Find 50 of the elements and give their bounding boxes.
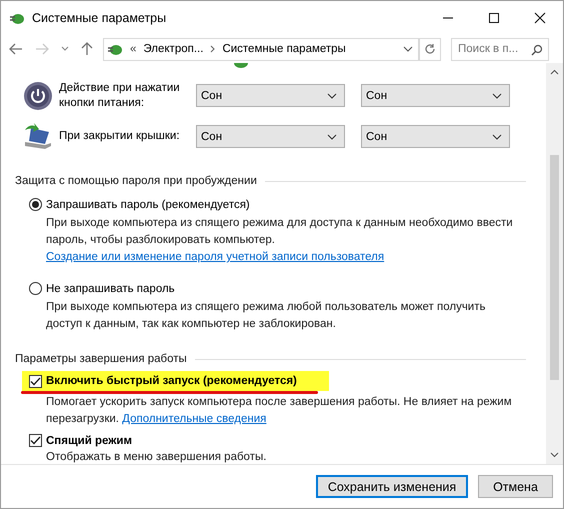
dialog-button[interactable]: Сохранить изменения [316, 475, 468, 498]
refresh-icon [424, 43, 436, 55]
setting-label: При закрытии крышки: [59, 129, 181, 144]
section-heading: Защита с помощью пароля при пробуждении [15, 175, 257, 187]
search-icon [531, 44, 543, 56]
chevron-down-icon [492, 134, 502, 140]
dialog-button[interactable]: Отмена [478, 475, 553, 498]
link[interactable]: Дополнительные сведения [122, 413, 266, 425]
close-icon[interactable] [534, 12, 546, 24]
scroll-down-icon[interactable] [550, 452, 559, 458]
option-description: Отображать в меню завершения работы. [46, 450, 268, 465]
up-arrow-icon[interactable] [81, 42, 93, 56]
breadcrumb-overflow[interactable]: « [130, 43, 136, 55]
chevron-right-icon[interactable] [210, 45, 216, 53]
radio-button[interactable] [29, 198, 42, 211]
checkbox[interactable] [29, 434, 42, 447]
checkbox-label[interactable]: Включить быстрый запуск (рекомендуется) [46, 375, 297, 387]
dropdown[interactable]: Сон [361, 84, 510, 107]
chevron-down-icon [327, 92, 337, 98]
option-label[interactable]: Запрашивать пароль (рекомендуется) [46, 198, 250, 210]
section-heading: Параметры завершения работы [15, 353, 187, 365]
scrollbar-thumb[interactable] [550, 155, 559, 380]
link[interactable]: Создание или изменение пароля учетной записи пользователя [46, 251, 384, 263]
radio-button[interactable] [29, 282, 42, 295]
maximize-icon[interactable] [488, 12, 500, 24]
breadcrumb[interactable]: Электроп... [143, 43, 204, 55]
chevron-down-icon [327, 134, 337, 140]
breadcrumb[interactable]: Системные параметры [222, 43, 346, 55]
option-description: Помогает ускорить запуск компьютера после завершения работы. Не влияет на режим перезагрузки. Дополнительные сведения [46, 395, 513, 427]
chevron-down-icon[interactable] [403, 46, 413, 52]
address-bar[interactable]: « Электроп... Системные параметры [103, 38, 420, 60]
power-button-icon [23, 80, 53, 110]
laptop-icon [23, 122, 53, 152]
scroll-up-icon[interactable] [550, 69, 559, 75]
dropdown[interactable]: Сон [196, 125, 345, 148]
checkbox-label[interactable]: Спящий режим [46, 434, 132, 446]
option-description: При выходе компьютера из спящего режима для доступа к данным необходимо ввести пароль, чтобы разблокировать компьютер. Создание или изменение пароля учетной записи пользователя [46, 216, 514, 265]
dropdown[interactable]: Сон [196, 84, 345, 107]
dropdown[interactable]: Сон [361, 125, 510, 148]
refresh-button[interactable] [418, 38, 441, 60]
setting-label: Действие при нажатии кнопки питания: [59, 80, 181, 110]
back-arrow-icon[interactable] [9, 43, 23, 55]
option-description: При выходе компьютера из спящего режима любой пользователь может получить доступ к данным, так как компьютер не заблокирован. [46, 300, 486, 332]
chevron-down-icon [492, 92, 502, 98]
chevron-down-icon[interactable] [61, 46, 69, 52]
partial-icon [234, 63, 248, 68]
search-field[interactable]: Поиск в п... [451, 38, 549, 60]
checkbox[interactable] [29, 374, 42, 388]
window-title: Системные параметры [32, 11, 166, 25]
option-label[interactable]: Не запрашивать пароль [46, 282, 175, 294]
